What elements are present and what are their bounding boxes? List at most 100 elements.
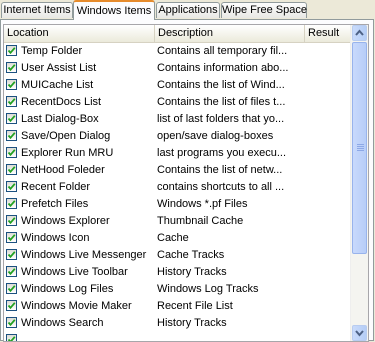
vertical-scrollbar[interactable] <box>350 25 368 341</box>
description-cell: Cache <box>157 232 189 244</box>
checkmark-icon <box>7 132 16 140</box>
items-list[interactable]: Location Description Result Temp Folder C… <box>3 24 369 342</box>
row-checkbox[interactable] <box>6 79 17 90</box>
list-header: Location Description Result <box>4 25 352 43</box>
row-checkbox[interactable] <box>6 266 17 277</box>
row-checkbox[interactable] <box>6 232 17 243</box>
result-cell <box>307 111 352 128</box>
result-cell <box>307 179 352 196</box>
scroll-up-button[interactable] <box>352 25 367 41</box>
location-cell: Temp Folder <box>21 45 83 57</box>
result-cell <box>307 43 352 60</box>
row-checkbox[interactable] <box>6 249 17 260</box>
row-checkbox[interactable] <box>6 198 17 209</box>
location-cell: Windows Movie Maker <box>21 300 132 312</box>
tab-windows-items[interactable]: Windows Items <box>73 0 155 20</box>
description-cell: Windows *.pf Files <box>157 198 248 210</box>
description-cell: contains shortcuts to all ... <box>157 181 285 193</box>
table-row[interactable]: Windows Explorer Thumbnail Cache <box>4 213 352 230</box>
row-checkbox[interactable] <box>6 113 17 124</box>
table-row[interactable]: NetHood Foleder Contains the list of netw… <box>4 162 352 179</box>
checkmark-icon <box>7 234 16 242</box>
column-header-result[interactable]: Result <box>305 25 352 42</box>
checkmark-icon <box>7 268 16 276</box>
row-checkbox[interactable] <box>6 181 17 192</box>
result-cell <box>307 247 352 264</box>
table-row[interactable]: MUICache List Contains the list of Wind..… <box>4 77 352 94</box>
table-row[interactable]: Temp Folder Contains all temporary fil... <box>4 43 352 60</box>
arrow-up-icon <box>355 29 364 36</box>
location-cell: Windows Live Toolbar <box>21 266 128 278</box>
table-row[interactable]: Windows Search History Tracks <box>4 315 352 332</box>
row-checkbox[interactable] <box>6 164 17 175</box>
row-checkbox[interactable] <box>6 147 17 158</box>
arrow-down-icon <box>355 330 364 337</box>
description-cell: list of last folders that yo... <box>157 113 285 125</box>
row-checkbox[interactable] <box>6 45 17 56</box>
checkmark-icon <box>7 217 16 225</box>
location-cell: Save/Open Dialog <box>21 130 111 142</box>
location-cell: Windows Icon <box>21 232 90 244</box>
description-cell: Contains the list of Wind... <box>157 79 285 91</box>
row-checkbox[interactable] <box>6 317 17 328</box>
table-row[interactable]: Save/Open Dialog open/save dialog-boxes <box>4 128 352 145</box>
location-cell: Recent Folder <box>21 181 91 193</box>
result-cell <box>307 298 352 315</box>
location-cell: User Assist List <box>21 62 97 74</box>
description-cell: last programs you execu... <box>157 147 287 159</box>
table-row[interactable]: RecentDocs List Contains the list of file… <box>4 94 352 111</box>
description-cell: Contains all temporary fil... <box>157 45 288 57</box>
checkmark-icon <box>7 251 16 259</box>
result-cell <box>307 264 352 281</box>
tab-internet-items[interactable]: Internet Items <box>1 2 73 18</box>
result-cell <box>307 162 352 179</box>
checkmark-icon <box>7 319 16 327</box>
column-header-location[interactable]: Location <box>4 25 155 42</box>
checkmark-icon <box>7 285 16 293</box>
row-checkbox[interactable] <box>6 96 17 107</box>
description-cell: History Tracks <box>157 317 227 329</box>
location-cell: Explorer Run MRU <box>21 147 114 159</box>
checkmark-icon <box>7 183 16 191</box>
result-cell <box>307 145 352 162</box>
table-row[interactable]: Recent Folder contains shortcuts to all .… <box>4 179 352 196</box>
description-cell: History Tracks <box>157 266 227 278</box>
description-cell: Cache Tracks <box>157 249 225 261</box>
description-cell: Contains information abo... <box>157 62 289 74</box>
result-cell <box>307 281 352 298</box>
tab-wipe-free-space[interactable]: Wipe Free Space <box>221 2 307 18</box>
row-checkbox[interactable] <box>6 300 17 311</box>
table-row[interactable]: Windows Live Toolbar History Tracks <box>4 264 352 281</box>
scroll-down-button[interactable] <box>352 325 367 341</box>
row-checkbox[interactable] <box>6 62 17 73</box>
table-row[interactable]: Windows Live Messenger Cache Tracks <box>4 247 352 264</box>
row-checkbox[interactable] <box>6 215 17 226</box>
table-row[interactable]: Windows Log Files Windows Log Tracks <box>4 281 352 298</box>
result-cell <box>307 77 352 94</box>
table-row[interactable]: Explorer Run MRU last programs you execu.… <box>4 145 352 162</box>
checkmark-icon <box>7 149 16 157</box>
description-cell: Contains the list of netw... <box>157 164 283 176</box>
table-row[interactable]: Prefetch Files Windows *.pf Files <box>4 196 352 213</box>
checkmark-icon <box>7 166 16 174</box>
tab-applications[interactable]: Applications <box>156 2 220 18</box>
table-row[interactable]: Last Dialog-Box list of last folders that… <box>4 111 352 128</box>
column-header-description[interactable]: Description <box>155 25 305 42</box>
row-checkbox[interactable] <box>6 130 17 141</box>
table-row[interactable]: Windows Icon Cache <box>4 230 352 247</box>
row-checkbox[interactable] <box>6 283 17 294</box>
result-cell <box>307 196 352 213</box>
description-cell: Windows Log Tracks <box>157 283 259 295</box>
result-cell <box>307 315 352 332</box>
scroll-thumb[interactable] <box>352 42 367 254</box>
location-cell: Windows Live Messenger <box>21 249 147 261</box>
location-cell: Last Dialog-Box <box>21 113 99 125</box>
checkmark-icon <box>7 200 16 208</box>
table-row[interactable]: User Assist List Contains information abo… <box>4 60 352 77</box>
description-cell: Recent File List <box>157 300 233 312</box>
table-row[interactable]: Windows Movie Maker Recent File List <box>4 298 352 315</box>
location-cell: RecentDocs List <box>21 96 102 108</box>
location-cell: NetHood Foleder <box>21 164 105 176</box>
checkmark-icon <box>7 98 16 106</box>
checkmark-icon <box>7 64 16 72</box>
